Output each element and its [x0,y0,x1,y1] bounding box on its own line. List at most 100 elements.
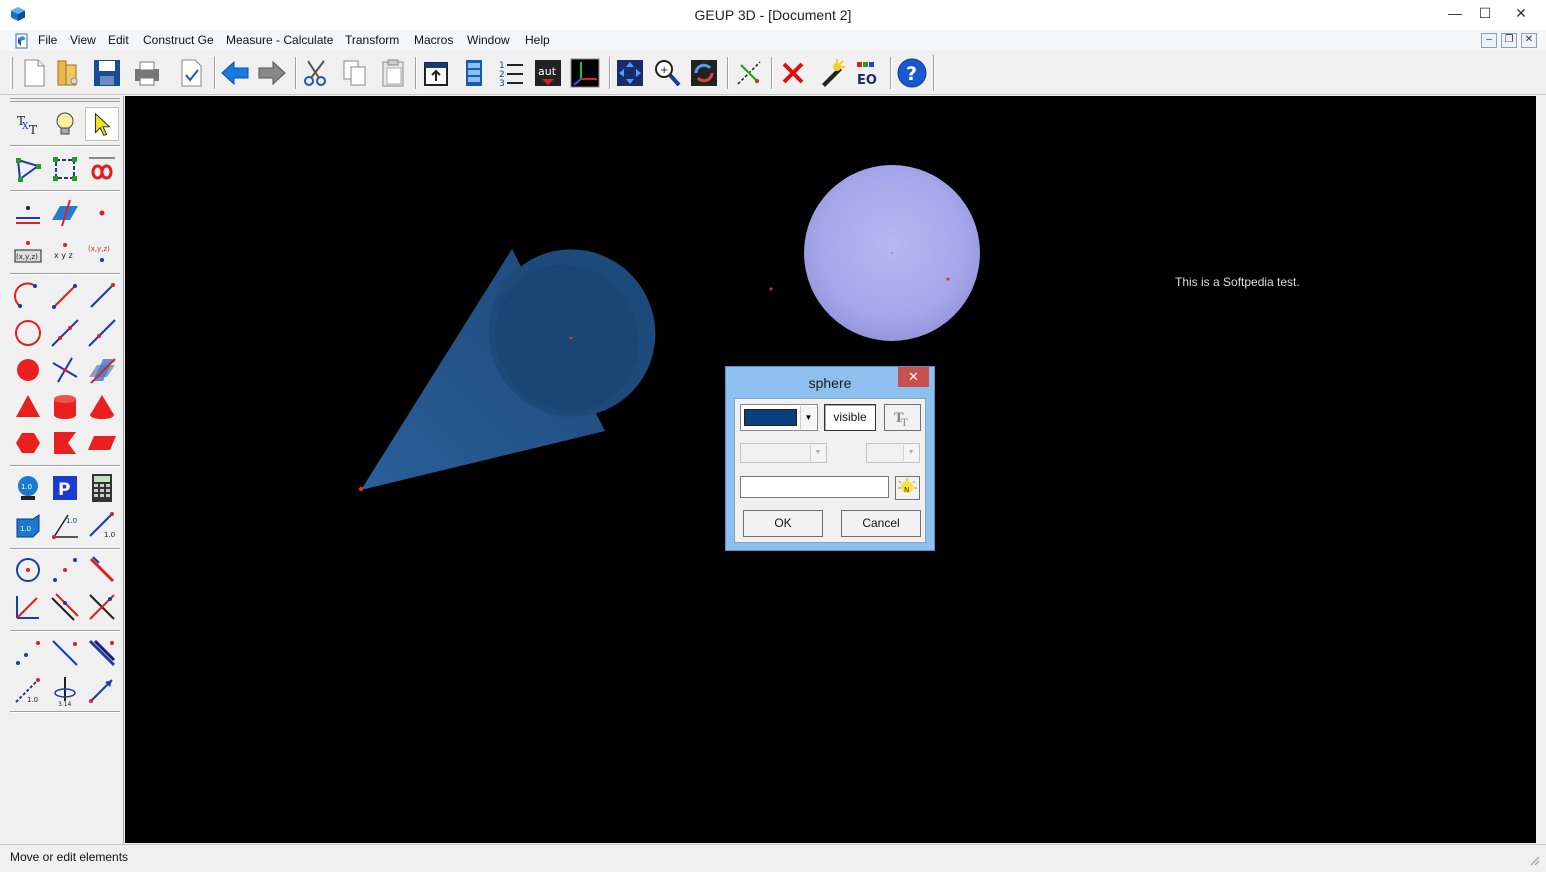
close-window-button[interactable]: ✕ [1506,0,1536,28]
maximize-button[interactable]: ☐ [1470,0,1500,28]
canvas-text-label[interactable]: This is a Softpedia test. [1175,275,1300,289]
line-style-dropdown[interactable]: ▼ [740,443,827,463]
sphere-tool-icon[interactable] [11,353,45,387]
cancel-button[interactable]: Cancel [841,510,921,537]
document-icon[interactable] [14,33,30,49]
visible-toggle-button[interactable]: visible [824,404,876,431]
light-icon[interactable] [815,57,847,89]
cone-icon[interactable] [85,390,119,424]
perpendicular-segment-icon[interactable] [85,553,119,587]
measure-length-icon[interactable]: 1.0 [85,509,119,543]
dialog-close-button[interactable]: ✕ [898,367,929,387]
cone-shape[interactable] [361,217,688,490]
name-label-button[interactable]: N [895,476,920,500]
new-document-icon[interactable] [18,57,50,89]
cone-apex-point[interactable] [358,486,364,492]
point-icon[interactable] [85,196,119,230]
parameter-icon[interactable]: P [48,471,82,505]
xyz-coordinates-icon[interactable]: x y z [48,236,82,270]
color-picker-dropdown[interactable]: ▼ [740,404,818,431]
panel-grip[interactable] [10,98,120,102]
polygon-vertices-icon[interactable] [11,152,45,186]
free-point[interactable] [769,287,773,291]
window-icon[interactable] [420,57,452,89]
menu-edit[interactable]: Edit [108,33,129,47]
planes-icon[interactable] [85,353,119,387]
menu-file[interactable]: File [38,33,57,47]
line-reflection-icon[interactable] [48,636,82,670]
hexagon-icon[interactable] [11,426,45,460]
chevron-down-icon[interactable]: ▼ [800,406,816,429]
copy-icon[interactable] [339,57,371,89]
print-icon[interactable] [131,57,163,89]
rotation-axis-icon[interactable]: 3.14 [48,673,82,707]
fit-view-icon[interactable] [614,57,646,89]
arc-icon[interactable] [11,279,45,313]
cylinder-icon[interactable] [48,390,82,424]
menu-construct[interactable]: Construct Ge [143,33,214,47]
point-coordinates-box-icon[interactable]: (x,y,z) [11,236,45,270]
dilation-icon[interactable]: 1.0 [11,673,45,707]
rotate-icon[interactable] [688,57,720,89]
ok-button[interactable]: OK [743,510,823,537]
plane-intersection-icon[interactable] [48,196,82,230]
calculator-icon[interactable] [85,471,119,505]
label-font-button[interactable]: TT [884,404,921,431]
help-icon[interactable]: ? [896,57,928,89]
line-translation-icon[interactable] [85,636,119,670]
menu-window[interactable]: Window [467,33,510,47]
vector-icon[interactable] [48,279,82,313]
numbered-list-icon[interactable]: 123 [495,57,527,89]
translation-vector-icon[interactable] [85,673,119,707]
minimize-button[interactable]: — [1440,0,1470,28]
menu-macros[interactable]: Macros [414,33,453,47]
parallelogram-icon[interactable] [85,426,119,460]
menu-view[interactable]: View [70,33,96,47]
select-arrow-icon[interactable] [85,107,119,141]
infinity-curve-icon[interactable] [85,152,119,186]
center-point-icon[interactable] [11,553,45,587]
rectangle-vertices-icon[interactable] [48,152,82,186]
menu-transform[interactable]: Transform [345,33,399,47]
axes-icon[interactable] [569,57,601,89]
delete-icon[interactable] [777,57,809,89]
menu-help[interactable]: Help [525,33,550,47]
line-width-dropdown[interactable]: ▼ [866,443,920,463]
menu-measure-calculate[interactable]: Measure - Calculate [226,33,333,47]
open-folder-icon[interactable] [52,57,84,89]
line-two-points-icon[interactable] [48,316,82,350]
dotted-points-icon[interactable] [11,636,45,670]
point-on-plane-icon[interactable] [11,196,45,230]
eo-icon[interactable]: EO [852,57,884,89]
measure-volume-icon[interactable]: 1.0 [11,509,45,543]
measure-angle-icon[interactable]: 1.0 [48,509,82,543]
circle-icon[interactable] [11,316,45,350]
save-icon[interactable] [91,57,123,89]
print-preview-icon[interactable] [175,57,207,89]
measure-distance-icon[interactable]: 1.0 [11,471,45,505]
mdi-restore-button[interactable]: ❐ [1501,33,1517,48]
mdi-close-button[interactable]: ✕ [1521,33,1537,48]
label-name-input[interactable] [740,476,889,498]
vector-axes-icon[interactable] [11,590,45,624]
parallel-lines-icon[interactable] [48,590,82,624]
trace-icon[interactable] [733,57,765,89]
text-tool-icon[interactable]: TX T [11,107,45,141]
midpoint-icon[interactable] [48,553,82,587]
ray-icon[interactable] [85,316,119,350]
mdi-minimize-button[interactable]: – [1481,33,1497,48]
sphere-shape[interactable] [804,165,980,341]
zoom-icon[interactable]: + [651,57,683,89]
lines-intersection-icon[interactable] [48,353,82,387]
xyz-point-icon[interactable]: (x,y,z) [85,236,119,270]
undo-arrow-icon[interactable] [219,57,251,89]
auto-icon[interactable]: aut [532,57,564,89]
resize-grip-icon[interactable] [1528,854,1540,866]
redo-arrow-icon[interactable] [256,57,288,89]
lightbulb-icon[interactable] [48,107,82,141]
animation-icon[interactable] [458,57,490,89]
paste-icon[interactable] [377,57,409,89]
pyramid-icon[interactable] [11,390,45,424]
polygon-icon[interactable] [48,426,82,460]
cut-icon[interactable] [300,57,332,89]
